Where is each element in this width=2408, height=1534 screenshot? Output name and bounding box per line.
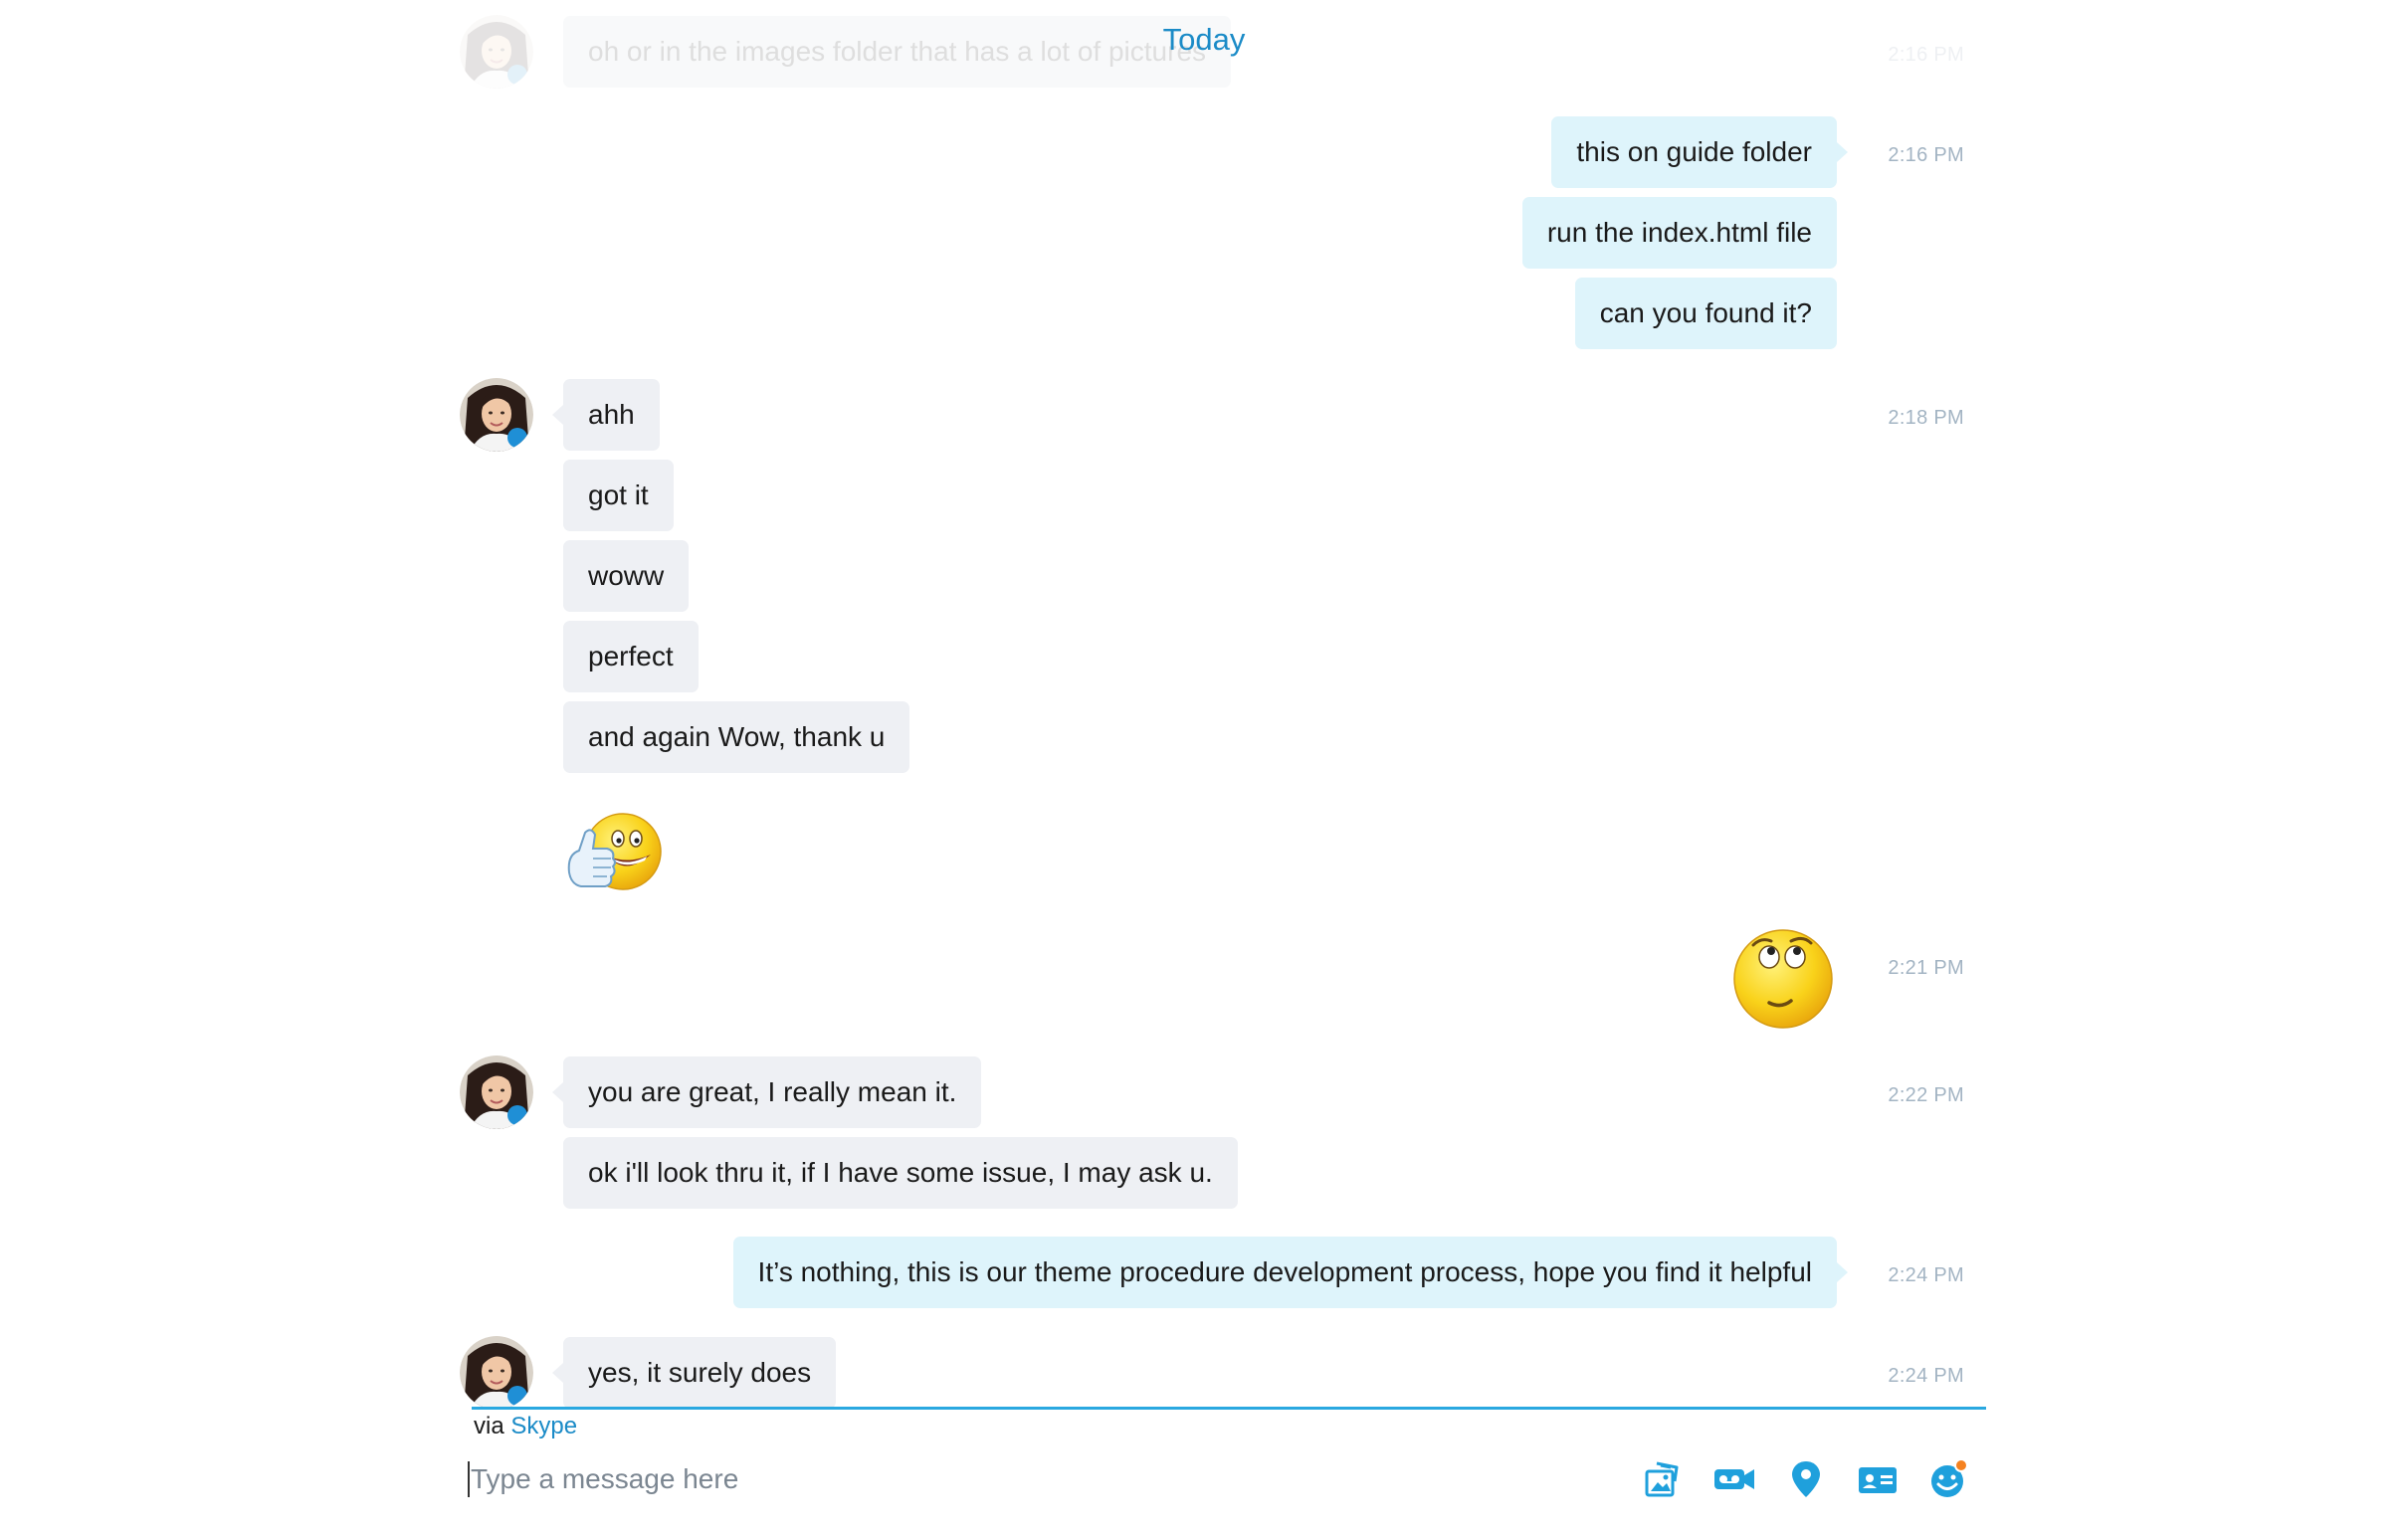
message-bubble-outgoing[interactable]: It’s nothing, this is our theme procedur… bbox=[732, 1237, 1849, 1308]
composer-divider bbox=[472, 1407, 1986, 1410]
video-message-icon bbox=[1712, 1459, 1756, 1504]
message-bubble-outgoing[interactable]: run the index.html file bbox=[1521, 197, 1837, 269]
conversation-pane[interactable]: Today oh or in the images folder that ha… bbox=[0, 0, 2408, 1408]
send-location-button[interactable] bbox=[1783, 1458, 1829, 1504]
eye-roll-smiley-icon[interactable] bbox=[1731, 927, 1835, 1036]
emoticon-button[interactable] bbox=[1926, 1457, 1972, 1506]
message-bubble-incoming[interactable]: you are great, I really mean it. bbox=[551, 1056, 982, 1128]
message-composer[interactable] bbox=[468, 1454, 1652, 1504]
message-bubble-incoming[interactable]: ahh bbox=[552, 379, 660, 451]
thumbs-up-smiley-icon[interactable] bbox=[563, 811, 667, 897]
message-timestamp: 2:24 PM bbox=[1888, 1264, 1964, 1286]
day-separator: Today bbox=[1162, 22, 1246, 57]
contact-avatar[interactable] bbox=[460, 1336, 533, 1408]
message-bubble-incoming[interactable]: ok i'll look thru it, if I have some iss… bbox=[563, 1137, 1238, 1209]
message-input[interactable] bbox=[471, 1463, 1565, 1495]
message-timestamp: 2:18 PM bbox=[1888, 407, 1964, 429]
message-bubble-incoming[interactable]: and again Wow, thank u bbox=[563, 701, 910, 773]
via-skype-label: via Skype bbox=[474, 1413, 577, 1440]
text-caret bbox=[468, 1461, 470, 1497]
location-icon bbox=[1788, 1459, 1824, 1504]
message-bubble-incoming[interactable]: yes, it surely does bbox=[551, 1337, 837, 1408]
contact-avatar[interactable] bbox=[460, 378, 533, 452]
video-message-button[interactable] bbox=[1711, 1458, 1757, 1504]
skype-link[interactable]: Skype bbox=[510, 1413, 577, 1439]
send-image-icon bbox=[1643, 1459, 1683, 1504]
send-image-button[interactable] bbox=[1640, 1458, 1686, 1504]
message-timestamp: 2:21 PM bbox=[1888, 957, 1964, 979]
emoticon-icon bbox=[1927, 1457, 1971, 1506]
message-bubble-outgoing[interactable]: can you found it? bbox=[1574, 278, 1837, 349]
composer-toolbar bbox=[1640, 1457, 1988, 1508]
via-prefix: via bbox=[474, 1413, 504, 1439]
message-bubble-incoming[interactable]: got it bbox=[563, 460, 674, 531]
message-bubble-incoming[interactable]: perfect bbox=[563, 621, 699, 692]
contact-card-icon bbox=[1856, 1459, 1900, 1504]
notification-dot bbox=[1954, 1457, 1968, 1472]
message-timestamp: 2:22 PM bbox=[1888, 1084, 1964, 1106]
message-bubble-outgoing[interactable]: this on guide folder bbox=[1551, 116, 1848, 188]
message-bubble-incoming[interactable]: woww bbox=[563, 540, 690, 612]
message-timestamp: 2:24 PM bbox=[1888, 1365, 1964, 1387]
message-timestamp: 2:16 PM bbox=[1888, 144, 1964, 166]
contact-avatar[interactable] bbox=[460, 1055, 533, 1129]
send-contact-button[interactable] bbox=[1855, 1458, 1901, 1504]
